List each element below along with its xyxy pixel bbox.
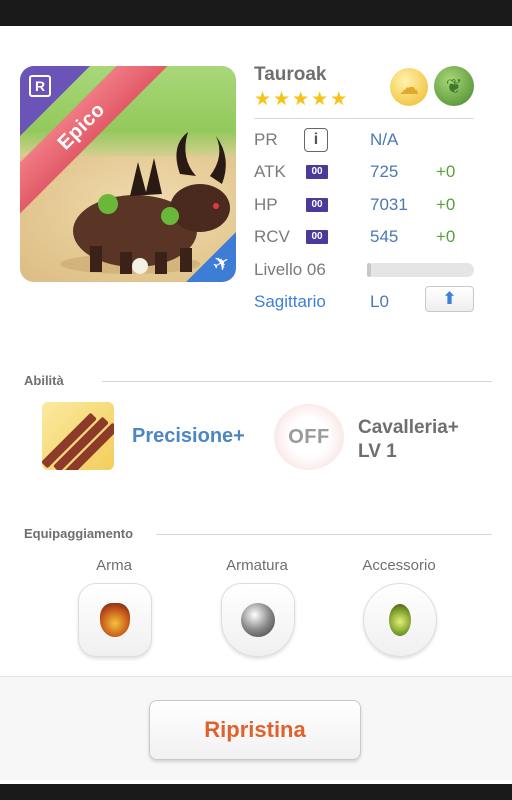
skill-arrows-icon[interactable] xyxy=(42,402,114,470)
abilities-title: Abilità xyxy=(24,373,64,388)
fire-gem-icon xyxy=(100,603,130,637)
passive-skill-title: Cavalleria+ xyxy=(358,417,459,438)
divider xyxy=(254,118,474,119)
reset-button[interactable]: Ripristina xyxy=(149,700,361,760)
home-bar xyxy=(0,784,512,800)
star-icon: ★ xyxy=(330,89,348,110)
equipment-title: Equipaggiamento xyxy=(24,526,134,541)
weapon-label: Arma xyxy=(96,557,132,574)
status-bar xyxy=(0,0,512,26)
passive-skill-icon[interactable]: OFF xyxy=(274,404,344,470)
stone-gem-icon xyxy=(241,603,275,637)
level-progress-bar xyxy=(367,263,474,277)
stat-value: 725 xyxy=(370,162,399,181)
weapon-slot[interactable] xyxy=(78,583,152,657)
stat-label: ATK xyxy=(254,162,286,181)
stat-label: RCV xyxy=(254,227,290,246)
stat-row-atk: ATK 00 725 +0 xyxy=(254,160,494,184)
accessory-slot[interactable] xyxy=(363,583,437,657)
info-button[interactable]: i xyxy=(304,128,328,152)
leaf-icon[interactable]: ❦ xyxy=(434,66,474,106)
arrow-up-icon: ⬆ xyxy=(442,289,457,308)
upgrade-button[interactable]: ⬆ xyxy=(425,286,474,312)
stat-row-rcv: RCV 00 545 +0 xyxy=(254,225,494,249)
monster-portrait[interactable]: Epico R ✈ xyxy=(20,66,236,282)
enhance-badge: 00 xyxy=(306,230,328,244)
passive-skill-name[interactable]: Cavalleria+ LV 1 xyxy=(358,416,459,464)
stat-row-pr: PR i N/A xyxy=(254,128,494,152)
level-label: Livello 06 xyxy=(254,260,326,279)
stat-bonus: +0 xyxy=(436,195,456,214)
enhance-badge: 00 xyxy=(306,165,328,179)
star-icon: ★ xyxy=(273,89,291,110)
stat-value: N/A xyxy=(370,130,399,149)
constellation-link[interactable]: Sagittario xyxy=(254,292,326,312)
stat-label: HP xyxy=(254,195,278,214)
stat-label: PR xyxy=(254,130,278,149)
star-icon: ★ xyxy=(292,89,310,110)
stat-row-hp: HP 00 7031 +0 xyxy=(254,193,494,217)
star-icon: ★ xyxy=(254,89,272,110)
passive-skill-level: LV 1 xyxy=(358,441,397,462)
armor-slot[interactable] xyxy=(221,583,295,657)
leaf-gem-icon xyxy=(389,604,411,636)
active-skill-name[interactable]: Precisione+ xyxy=(132,425,245,448)
stat-bonus: +0 xyxy=(436,162,456,181)
cloud-icon[interactable]: ☁ xyxy=(390,68,428,106)
star-rating: ★ ★ ★ ★ ★ xyxy=(254,90,347,109)
rank-icon: R xyxy=(29,75,51,97)
star-icon: ★ xyxy=(311,89,329,110)
constellation-level: L0 xyxy=(370,292,389,311)
passive-state: OFF xyxy=(288,425,330,448)
enhance-badge: 00 xyxy=(306,198,328,212)
reset-button-label: Ripristina xyxy=(204,717,306,742)
accessory-label: Accessorio xyxy=(362,557,436,574)
armor-label: Armatura xyxy=(226,557,288,574)
divider xyxy=(156,534,492,535)
level-progress-fill xyxy=(367,263,371,277)
monster-name: Tauroak xyxy=(254,64,327,85)
stat-bonus: +0 xyxy=(436,227,456,246)
divider xyxy=(102,381,492,382)
stat-value: 7031 xyxy=(370,195,408,214)
stat-value: 545 xyxy=(370,227,399,246)
